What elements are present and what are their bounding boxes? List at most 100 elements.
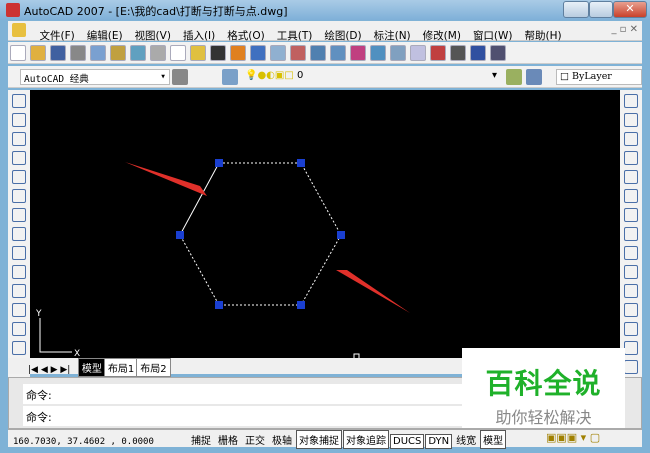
tool-icon[interactable] xyxy=(624,303,638,317)
status-toggle[interactable]: DYN xyxy=(425,434,453,449)
toolbar-tool-icon[interactable] xyxy=(410,45,426,61)
grip-point[interactable] xyxy=(176,231,184,239)
tool-icon[interactable] xyxy=(12,132,26,146)
status-toggle[interactable]: 捕捉 xyxy=(188,430,214,449)
toolbar-tool-icon[interactable] xyxy=(130,45,146,61)
toolbar-tool-icon[interactable] xyxy=(110,45,126,61)
tab-model[interactable]: 模型 xyxy=(77,358,106,377)
minimize-button[interactable] xyxy=(563,1,589,18)
tool-icon[interactable] xyxy=(12,189,26,203)
toolbar-tool-icon[interactable] xyxy=(470,45,486,61)
standard-toolbar xyxy=(8,42,642,64)
watermark-subtitle: 助你轻松解决 xyxy=(495,408,592,427)
toolbar-tool-icon[interactable] xyxy=(370,45,386,61)
toolbar-tool-icon[interactable] xyxy=(90,45,106,61)
tool-icon[interactable] xyxy=(624,170,638,184)
tool-icon[interactable] xyxy=(624,341,638,355)
tool-icon[interactable] xyxy=(12,303,26,317)
toolbar-tool-icon[interactable] xyxy=(170,45,186,61)
layer-state-icons: 💡●◐▣□ xyxy=(245,70,297,81)
tool-icon[interactable] xyxy=(624,151,638,165)
red-arrow-1 xyxy=(125,162,207,196)
status-toggle[interactable]: 对象捕捉 xyxy=(296,430,342,449)
status-toggle[interactable]: 正交 xyxy=(242,430,268,449)
tool-icon[interactable] xyxy=(12,284,26,298)
tool-icon[interactable] xyxy=(12,341,26,355)
grip-point[interactable] xyxy=(215,301,223,309)
tool-icon[interactable] xyxy=(624,322,638,336)
status-toggle[interactable]: 对象追踪 xyxy=(343,430,389,449)
toolbar-tool-icon[interactable] xyxy=(10,45,26,61)
toolbar-tool-icon[interactable] xyxy=(70,45,86,61)
grip-point[interactable] xyxy=(297,159,305,167)
tool-icon[interactable] xyxy=(624,246,638,260)
layer-select[interactable]: 💡●◐▣□ 0 ▾ xyxy=(242,69,500,85)
tool-icon[interactable] xyxy=(624,265,638,279)
hexagon-polyline[interactable] xyxy=(179,162,342,306)
layer-state-icon[interactable] xyxy=(526,69,542,85)
tool-icon[interactable] xyxy=(12,265,26,279)
tool-icon[interactable] xyxy=(12,322,26,336)
grip-point[interactable] xyxy=(337,231,345,239)
toolbar-tool-icon[interactable] xyxy=(430,45,446,61)
command-input[interactable]: 命令: xyxy=(23,406,483,426)
toolbar-tool-icon[interactable] xyxy=(390,45,406,61)
coordinates-readout: 160.7030, 37.4602 , 0.0000 xyxy=(13,437,154,447)
tool-icon[interactable] xyxy=(12,113,26,127)
tool-icon[interactable] xyxy=(624,189,638,203)
layer-previous-icon[interactable] xyxy=(506,69,522,85)
status-toggle[interactable]: 极轴 xyxy=(269,430,295,449)
status-toggle[interactable]: 模型 xyxy=(480,430,507,449)
tool-icon[interactable] xyxy=(624,94,638,108)
grip-point[interactable] xyxy=(215,159,223,167)
toolbar-tool-icon[interactable] xyxy=(230,45,246,61)
toolbar-tool-icon[interactable] xyxy=(50,45,66,61)
layer-manager-icon[interactable] xyxy=(222,69,238,85)
doc-window-controls[interactable]: _ ▫ ✕ xyxy=(611,24,638,35)
tool-icon[interactable] xyxy=(624,227,638,241)
color-select[interactable]: □ ByLayer xyxy=(556,69,642,85)
tool-icon[interactable] xyxy=(12,246,26,260)
draw-toolbar xyxy=(8,90,30,393)
watermark-title: 百科全说 xyxy=(485,367,602,400)
tool-icon[interactable] xyxy=(12,94,26,108)
chevron-down-icon: ▾ xyxy=(160,71,166,82)
ucs-icon xyxy=(39,318,72,353)
modify-toolbar xyxy=(620,90,642,393)
tool-icon[interactable] xyxy=(624,360,638,374)
selected-line[interactable] xyxy=(179,162,220,236)
status-toggle[interactable]: 栅格 xyxy=(215,430,241,449)
tab-layout2[interactable]: 布局2 xyxy=(136,358,171,377)
tool-icon[interactable] xyxy=(624,284,638,298)
tab-nav-buttons[interactable]: |◀ ◀ ▶ ▶| xyxy=(28,365,70,375)
workspace-settings-icon[interactable] xyxy=(172,69,188,85)
status-toggle[interactable]: 线宽 xyxy=(453,430,479,449)
grip-point[interactable] xyxy=(297,301,305,309)
maximize-button[interactable] xyxy=(589,1,613,18)
toolbar-tool-icon[interactable] xyxy=(30,45,46,61)
toolbar-tool-icon[interactable] xyxy=(290,45,306,61)
tool-icon[interactable] xyxy=(624,208,638,222)
toolbar-tool-icon[interactable] xyxy=(210,45,226,61)
tool-icon[interactable] xyxy=(624,132,638,146)
toolbar-tool-icon[interactable] xyxy=(490,45,506,61)
toolbar-tool-icon[interactable] xyxy=(350,45,366,61)
toolbar-tool-icon[interactable] xyxy=(330,45,346,61)
workspace-select[interactable]: AutoCAD 经典 ▾ xyxy=(20,69,170,85)
toolbar-tool-icon[interactable] xyxy=(190,45,206,61)
tab-layout1[interactable]: 布局1 xyxy=(103,358,139,377)
toolbar-tool-icon[interactable] xyxy=(450,45,466,61)
drawing-canvas[interactable]: Y X xyxy=(30,90,620,360)
toolbar-tool-icon[interactable] xyxy=(310,45,326,61)
tool-icon[interactable] xyxy=(12,208,26,222)
toolbar-tool-icon[interactable] xyxy=(250,45,266,61)
close-button[interactable]: ✕ xyxy=(613,1,647,18)
tool-icon[interactable] xyxy=(12,170,26,184)
tool-icon[interactable] xyxy=(12,227,26,241)
tray-icons[interactable]: ▣▣▣ ▾ ▢ xyxy=(546,431,600,444)
status-toggle[interactable]: DUCS xyxy=(390,434,425,449)
toolbar-tool-icon[interactable] xyxy=(270,45,286,61)
tool-icon[interactable] xyxy=(12,151,26,165)
toolbar-tool-icon[interactable] xyxy=(150,45,166,61)
tool-icon[interactable] xyxy=(624,113,638,127)
